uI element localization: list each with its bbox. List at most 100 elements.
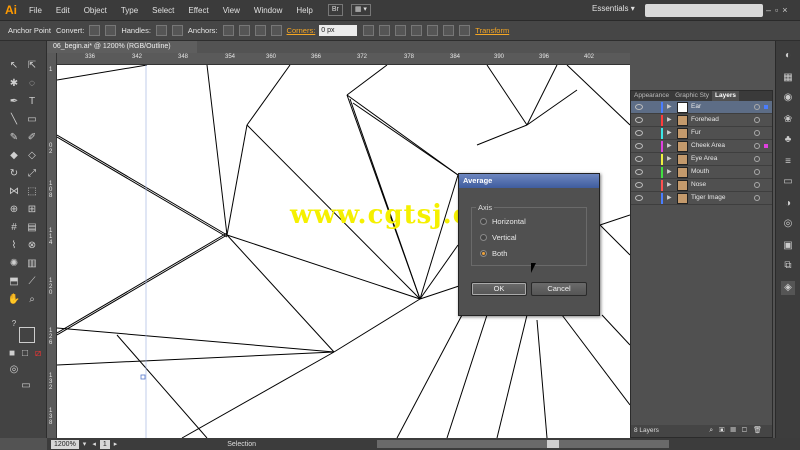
slice-tool-icon[interactable]: ⟋ (25, 275, 39, 289)
eyedropper-tool-icon[interactable]: ⌇ (7, 239, 21, 253)
cancel-button[interactable]: Cancel (531, 282, 587, 296)
scroll-thumb[interactable] (547, 440, 559, 448)
align-center-icon[interactable] (379, 25, 391, 36)
color-guide-icon[interactable]: ▦ (781, 71, 795, 85)
distribute-icon[interactable] (459, 25, 471, 36)
layer-row[interactable]: ▶ Mouth (631, 166, 772, 179)
dialog-title[interactable]: Average (459, 174, 599, 188)
width-tool-icon[interactable]: ⋈ (7, 185, 21, 199)
magic-wand-tool-icon[interactable]: ✱ (7, 77, 21, 91)
connect-anchor-icon[interactable] (238, 25, 250, 36)
screen-mode-icon[interactable]: ▭ (19, 379, 33, 393)
menu-file[interactable]: File (22, 0, 49, 21)
menu-window[interactable]: Window (247, 0, 289, 21)
convert-smooth-icon[interactable] (105, 25, 117, 36)
workspace-switcher[interactable]: Essentials ▾ (592, 4, 635, 13)
horizontal-scrollbar[interactable] (377, 440, 669, 448)
window-controls[interactable]: –▫× (766, 5, 791, 15)
hide-handles-icon[interactable] (171, 25, 183, 36)
layer-row[interactable]: ▶ Eye Area (631, 153, 772, 166)
visibility-eye-icon[interactable] (635, 182, 643, 188)
eraser-tool-icon[interactable]: ◇ (25, 149, 39, 163)
selection-square-icon[interactable] (764, 170, 768, 174)
menu-view[interactable]: View (216, 0, 247, 21)
radio-button-icon[interactable] (480, 250, 487, 257)
radio-button-icon[interactable] (480, 218, 487, 225)
swatches-icon[interactable]: ◉ (781, 91, 795, 105)
selection-square-icon[interactable] (764, 144, 768, 148)
bridge-button[interactable]: Br (327, 4, 343, 16)
rectangle-tool-icon[interactable]: ▭ (25, 113, 39, 127)
show-handles-icon[interactable] (155, 25, 167, 36)
radio-horizontal[interactable]: Horizontal (480, 217, 526, 226)
layer-row[interactable]: ▶ Cheek Area (631, 140, 772, 153)
menu-edit[interactable]: Edit (49, 0, 77, 21)
expand-triangle-icon[interactable]: ▶ (667, 116, 672, 123)
align-top-icon[interactable] (411, 25, 423, 36)
target-circle-icon[interactable] (754, 143, 760, 149)
tab-appearance[interactable]: Appearance (631, 91, 672, 101)
horizontal-ruler[interactable]: 336 342 348 354 360 366 372 378 384 390 … (57, 53, 630, 65)
visibility-eye-icon[interactable] (635, 195, 643, 201)
layer-row[interactable]: ▶ Nose (631, 179, 772, 192)
isolate-icon[interactable] (270, 25, 282, 36)
visibility-eye-icon[interactable] (635, 104, 643, 110)
expand-triangle-icon[interactable]: ▶ (667, 142, 672, 149)
graphic-styles-icon[interactable]: ▣ (781, 239, 795, 253)
target-circle-icon[interactable] (754, 195, 760, 201)
expand-triangle-icon[interactable]: ▶ (667, 103, 672, 110)
artboard-next-icon[interactable]: ▸ (114, 440, 118, 448)
selection-square-icon[interactable] (764, 131, 768, 135)
brushes-icon[interactable]: ❀ (781, 113, 795, 127)
menu-effect[interactable]: Effect (181, 0, 215, 21)
color-panel-icon[interactable]: ◐ (781, 49, 795, 63)
free-transform-tool-icon[interactable]: ⬚ (25, 185, 39, 199)
target-circle-icon[interactable] (754, 156, 760, 162)
expand-triangle-icon[interactable]: ▶ (667, 181, 672, 188)
mesh-tool-icon[interactable]: # (7, 221, 21, 235)
scale-tool-icon[interactable]: ⤢ (25, 167, 39, 181)
remove-anchor-icon[interactable] (222, 25, 234, 36)
pencil-tool-icon[interactable]: ✐ (25, 131, 39, 145)
search-input[interactable] (645, 4, 763, 17)
type-tool-icon[interactable]: T (25, 95, 39, 109)
stroke-icon[interactable]: ≡ (781, 155, 795, 169)
perspective-grid-tool-icon[interactable]: ⊞ (25, 203, 39, 217)
hand-tool-icon[interactable]: ✋ (7, 293, 21, 307)
selection-square-icon[interactable] (764, 196, 768, 200)
target-circle-icon[interactable] (754, 169, 760, 175)
transform-link[interactable]: Transform (475, 26, 509, 35)
image-trace-icon[interactable]: ⧉ (781, 259, 795, 273)
column-graph-tool-icon[interactable]: ▥ (25, 257, 39, 271)
align-left-icon[interactable] (363, 25, 375, 36)
symbol-sprayer-tool-icon[interactable]: ✺ (7, 257, 21, 271)
zoom-select[interactable]: 1200% (51, 439, 79, 449)
menu-help[interactable]: Help (289, 0, 319, 21)
visibility-eye-icon[interactable] (635, 143, 643, 149)
gradient-icon[interactable]: ▭ (781, 175, 795, 189)
chevron-down-icon[interactable]: ▾ (83, 440, 87, 448)
selection-square-icon[interactable] (764, 157, 768, 161)
menu-object[interactable]: Object (77, 0, 114, 21)
convert-corner-icon[interactable] (89, 25, 101, 36)
cut-path-icon[interactable] (254, 25, 266, 36)
visibility-eye-icon[interactable] (635, 117, 643, 123)
target-circle-icon[interactable] (754, 182, 760, 188)
blob-brush-tool-icon[interactable]: ◆ (7, 149, 21, 163)
menu-select[interactable]: Select (145, 0, 181, 21)
lasso-tool-icon[interactable]: ◌ (25, 77, 39, 91)
gradient-tool-icon[interactable]: ▤ (25, 221, 39, 235)
selection-square-icon[interactable] (764, 183, 768, 187)
layer-row[interactable]: ▶ Tiger Image (631, 192, 772, 205)
radio-button-icon[interactable] (480, 234, 487, 241)
corners-link[interactable]: Corners: (287, 26, 316, 35)
visibility-eye-icon[interactable] (635, 130, 643, 136)
tab-graphic-styles[interactable]: Graphic Sty (672, 91, 712, 101)
none-mode-icon[interactable]: ⧄ (31, 347, 45, 361)
stroke-swatch-icon[interactable] (19, 327, 35, 343)
expand-triangle-icon[interactable]: ▶ (667, 168, 672, 175)
align-middle-icon[interactable] (427, 25, 439, 36)
app-logo[interactable]: Ai (0, 0, 22, 21)
radio-both[interactable]: Both (480, 249, 507, 258)
pen-tool-icon[interactable]: ✒ (7, 95, 21, 109)
